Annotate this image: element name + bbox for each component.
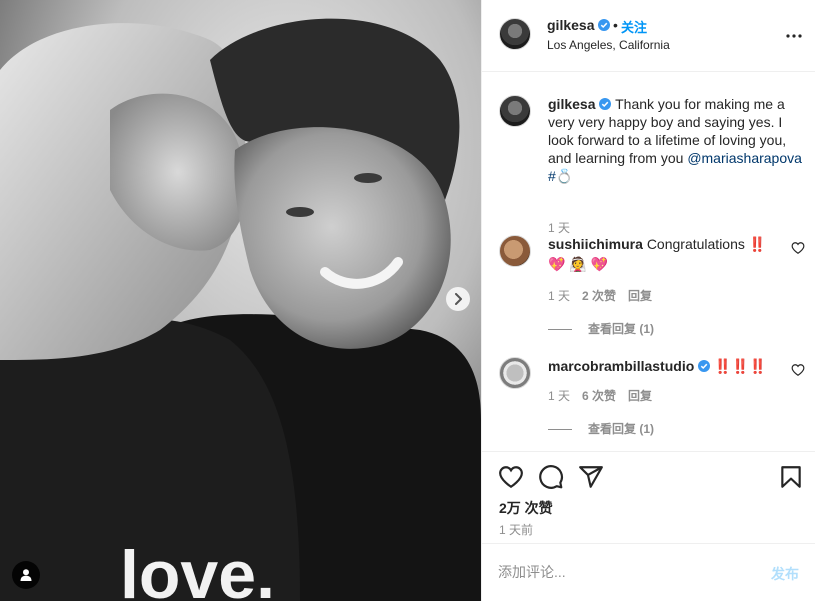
- comment-timestamp[interactable]: 1 天: [548, 289, 570, 303]
- tagged-users-button[interactable]: [12, 561, 40, 589]
- comment-text: Congratulations ‼️: [646, 236, 767, 252]
- comment-meta: 1 天 2 次赞 回复: [548, 287, 664, 304]
- comment-body: marcobrambillastudio ‼️‼️‼️: [548, 357, 778, 375]
- add-comment-bar: 发布: [482, 543, 815, 601]
- comments-list[interactable]: gilkesa Thank you for making me a very v…: [482, 73, 815, 451]
- comment-bubble-icon[interactable]: [538, 464, 564, 490]
- like-heart-icon[interactable]: [498, 464, 524, 490]
- post-side-panel: gilkesa • 关注 Los Angeles, California gil…: [481, 0, 815, 601]
- view-replies-button[interactable]: 查看回复 (1): [548, 420, 654, 437]
- caption-avatar[interactable]: [499, 95, 531, 127]
- post-header: gilkesa • 关注 Los Angeles, California: [482, 0, 815, 72]
- commenter-avatar[interactable]: [499, 357, 531, 389]
- replies-divider: [548, 329, 572, 330]
- view-replies-button[interactable]: 查看回复 (1): [548, 320, 654, 337]
- follow-button[interactable]: 关注: [621, 17, 647, 36]
- post-comment-button[interactable]: 发布: [771, 564, 799, 584]
- likes-count[interactable]: 2万 次赞: [499, 498, 553, 518]
- comment-reply-button[interactable]: 回复: [628, 389, 652, 403]
- author-username-text[interactable]: gilkesa: [547, 17, 594, 33]
- comment-like-heart-icon[interactable]: [791, 241, 805, 255]
- post-location[interactable]: Los Angeles, California: [547, 38, 670, 52]
- commenter-avatar[interactable]: [499, 235, 531, 267]
- comment-like-heart-icon[interactable]: [791, 363, 805, 377]
- caption-hashtag[interactable]: #💍: [548, 168, 573, 184]
- post-timestamp[interactable]: 1 天前: [499, 521, 533, 538]
- comment-emoji: 💖 👰 💖: [548, 256, 609, 272]
- chevron-right-icon: [455, 293, 462, 305]
- author-avatar[interactable]: [499, 18, 531, 50]
- comment-timestamp[interactable]: 1 天: [548, 389, 570, 403]
- comment-body: sushiichimura Congratulations ‼️ 💖 👰 💖: [548, 235, 778, 273]
- caption-username[interactable]: gilkesa: [548, 96, 595, 112]
- carousel-next-button[interactable]: [446, 287, 470, 311]
- header-separator: •: [613, 17, 618, 33]
- replies-divider: [548, 429, 572, 430]
- post-actions: 2万 次赞 1 天前: [482, 451, 815, 543]
- comment-likes[interactable]: 6 次赞: [582, 389, 616, 403]
- comment-input[interactable]: [498, 562, 748, 582]
- caption-timestamp[interactable]: 1 天: [548, 219, 570, 236]
- photo-image: love.: [0, 0, 481, 601]
- user-icon: [20, 569, 32, 581]
- share-send-icon[interactable]: [578, 464, 604, 490]
- view-replies-label[interactable]: 查看回复 (1): [588, 422, 654, 436]
- verified-badge-icon: [598, 19, 611, 31]
- comment-likes[interactable]: 2 次赞: [582, 289, 616, 303]
- post-photo[interactable]: love.: [0, 0, 481, 601]
- view-replies-label[interactable]: 查看回复 (1): [588, 322, 654, 336]
- caption-text-block: gilkesa Thank you for making me a very v…: [548, 95, 808, 185]
- comment-reply-button[interactable]: 回复: [628, 289, 652, 303]
- verified-badge-icon: [599, 98, 612, 110]
- shirt-text: love.: [120, 537, 275, 601]
- save-bookmark-icon[interactable]: [778, 464, 804, 490]
- comment-username[interactable]: sushiichimura: [548, 236, 643, 252]
- verified-badge-icon: [698, 360, 711, 372]
- comment-meta: 1 天 6 次赞 回复: [548, 387, 664, 404]
- author-username[interactable]: gilkesa: [547, 17, 611, 33]
- comment-text: ‼️‼️‼️: [714, 358, 767, 374]
- comment-username[interactable]: marcobrambillastudio: [548, 358, 694, 374]
- caption-mention[interactable]: @mariasharapova: [687, 150, 802, 166]
- more-options-icon[interactable]: [784, 26, 804, 46]
